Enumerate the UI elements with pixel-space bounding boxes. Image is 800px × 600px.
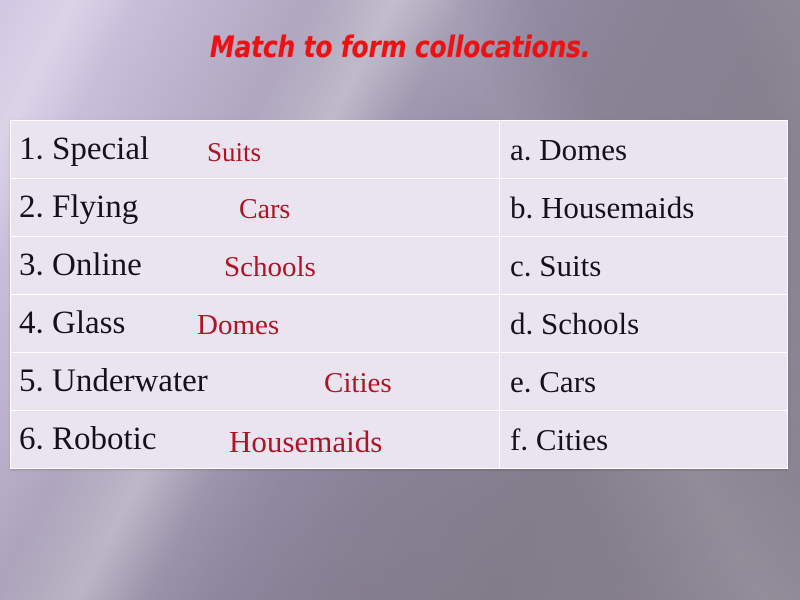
prompt-cell-5[interactable]: 5. Underwater Cities: [10, 352, 500, 411]
option-cell-a[interactable]: a. Domes: [499, 120, 788, 179]
table-row: 1. Special Suits a. Domes: [10, 120, 788, 179]
prompt-cell-1[interactable]: 1. Special Suits: [10, 120, 500, 179]
prompt-cell-3[interactable]: 3. Online Schools: [10, 236, 500, 295]
table-body: 1. Special Suits a. Domes 2. Flying Cars…: [10, 120, 788, 469]
table-row: 2. Flying Cars b. Housemaids: [10, 178, 788, 237]
prompt-label-1: 1. Special: [19, 131, 150, 167]
option-label-d: d. Schools: [510, 306, 640, 341]
option-label-b: b. Housemaids: [510, 190, 695, 225]
option-label-e: e. Cars: [510, 364, 597, 399]
option-cell-b[interactable]: b. Housemaids: [499, 178, 788, 237]
option-cell-c[interactable]: c. Suits: [499, 236, 788, 295]
option-label-f: f. Cities: [510, 422, 609, 457]
page-title: Match to form collocations.: [209, 30, 591, 64]
prompt-label-6: 6. Robotic: [19, 421, 157, 457]
prompt-cell-2[interactable]: 2. Flying Cars: [10, 178, 500, 237]
option-label-c: c. Suits: [510, 248, 602, 283]
prompt-label-2: 2. Flying: [19, 189, 139, 225]
prompt-label-3: 3. Online: [19, 247, 142, 283]
slide-canvas: Match to form collocations. 1. Special S…: [0, 0, 800, 600]
prompt-cell-6[interactable]: 6. Robotic Housemaids: [10, 410, 500, 469]
matching-exercise-table: 1. Special Suits a. Domes 2. Flying Cars…: [10, 120, 788, 469]
table-row: 6. Robotic Housemaids f. Cities: [10, 410, 788, 469]
table-row: 5. Underwater Cities e. Cars: [10, 352, 788, 411]
table-row: 3. Online Schools c. Suits: [10, 236, 788, 295]
option-cell-d[interactable]: d. Schools: [499, 294, 788, 353]
option-label-a: a. Domes: [510, 132, 628, 167]
option-cell-e[interactable]: e. Cars: [499, 352, 788, 411]
prompt-label-5: 5. Underwater: [19, 363, 208, 399]
prompt-cell-4[interactable]: 4. Glass Domes: [10, 294, 500, 353]
option-cell-f[interactable]: f. Cities: [499, 410, 788, 469]
prompt-label-4: 4. Glass: [19, 305, 126, 341]
table-row: 4. Glass Domes d. Schools: [10, 294, 788, 353]
